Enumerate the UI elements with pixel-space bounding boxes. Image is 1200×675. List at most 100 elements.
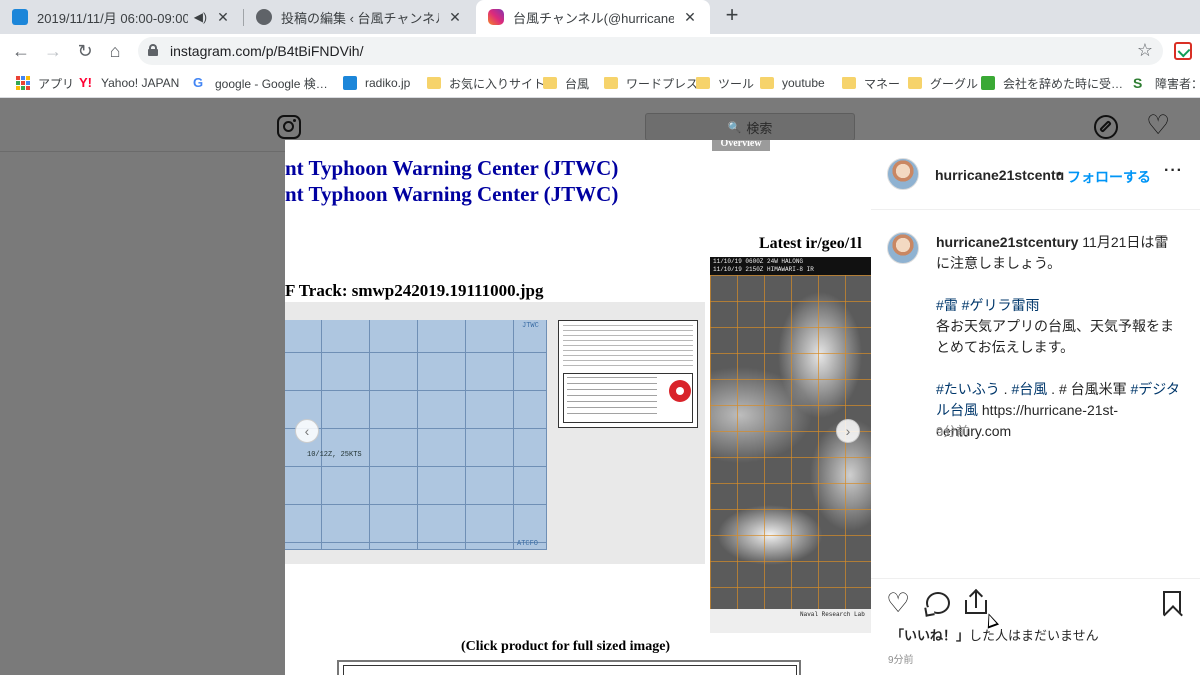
bookmark-folder-tools[interactable]: ツール xyxy=(696,74,754,92)
satellite-header-line: 11/10/19 2150Z HIMAWARI-8 IR xyxy=(713,266,814,273)
avatar[interactable] xyxy=(887,158,919,190)
hashtag-link[interactable]: #雷 #ゲリラ雷雨 xyxy=(936,297,1039,313)
likes-label[interactable]: 「いいね！」 xyxy=(891,628,969,643)
search-placeholder: 検索 xyxy=(746,120,773,136)
like-heart-icon[interactable]: ♡ xyxy=(886,588,910,618)
search-input[interactable]: 🔍 検索 xyxy=(645,113,855,141)
carousel-next-button[interactable]: › xyxy=(836,419,860,443)
satellite-image: 11/10/19 0600Z 24W HALONG 11/10/19 2150Z… xyxy=(710,257,871,633)
page-overlay-header xyxy=(0,98,285,152)
bookmark-job-quit[interactable]: 会社を辞めた時に受… xyxy=(981,74,1123,92)
carousel-prev-button[interactable]: ‹ xyxy=(295,419,319,443)
track-point-label: 10/12Z, 25KTS xyxy=(307,451,362,459)
apps-grid-icon xyxy=(16,76,30,90)
more-options-icon[interactable]: ··· xyxy=(1164,162,1183,180)
post-author-username[interactable]: hurricane21stcentu xyxy=(935,167,1064,183)
likes-count: 「いいね！」した人はまだいません xyxy=(891,625,1099,644)
tab-instagram[interactable]: 台風チャンネル(@hurricane21stcentury) ✕ xyxy=(476,0,710,34)
bookmark-label: 障害者： xyxy=(1155,76,1200,91)
explore-compass-icon[interactable] xyxy=(1094,115,1118,139)
satellite-header-line: 11/10/19 0600Z 24W HALONG xyxy=(713,258,804,265)
globe-icon xyxy=(256,9,272,25)
close-tab-icon[interactable]: ✕ xyxy=(680,9,700,26)
map-legend xyxy=(558,320,698,428)
tab-radiko[interactable]: 2019/11/11/月 06:00-09:00 | ◀) ✕ xyxy=(0,0,243,34)
activity-heart-icon[interactable]: ♡ xyxy=(1146,110,1170,140)
bookmark-star-icon[interactable]: ☆ xyxy=(1137,40,1153,61)
bookmark-label: youtube xyxy=(782,76,825,90)
hashtag-link[interactable]: #台風 xyxy=(1011,381,1047,397)
tab-wordpress-edit[interactable]: 投稿の編集 ‹ 台風チャンネル — Wo ✕ xyxy=(244,0,475,34)
reload-icon[interactable]: ↻ xyxy=(74,40,96,62)
caption-username[interactable]: hurricane21stcentury xyxy=(936,234,1078,250)
caption-text: # 台風米軍 xyxy=(1058,381,1127,397)
close-tab-icon[interactable]: ✕ xyxy=(213,9,233,26)
caption-time: 9分前 xyxy=(936,424,970,439)
url-text[interactable]: instagram.com/p/B4tBiFNDVih/ xyxy=(170,43,363,59)
close-tab-icon[interactable]: ✕ xyxy=(445,9,465,26)
search-icon: 🔍 xyxy=(727,121,742,134)
bookmark-folder-google[interactable]: グーグル xyxy=(908,74,978,92)
hashtag-link[interactable]: #たいふう xyxy=(936,381,1000,397)
instagram-page: 🔍 検索 ♡ Overview nt Typhoon Warning Cente… xyxy=(0,98,1200,675)
folder-icon xyxy=(842,77,856,89)
green-site-icon xyxy=(981,76,995,90)
caption-text: 各お天気アプリの台風、天気予報をまとめてお伝えします。 xyxy=(936,318,1174,355)
speaker-icon[interactable]: ◀) xyxy=(194,10,207,24)
instagram-favicon-icon xyxy=(488,9,504,25)
back-arrow-icon[interactable]: ← xyxy=(10,40,32,62)
map-grid xyxy=(285,320,547,550)
jtwc-heading: nt Typhoon Warning Center (JTWC) xyxy=(285,156,619,180)
bookmark-save-icon[interactable] xyxy=(1163,591,1181,615)
folder-icon xyxy=(543,77,557,89)
map-corner-label: JTWC xyxy=(522,322,539,330)
likes-text: した人はまだいません xyxy=(969,628,1099,643)
bookmark-label: ツール xyxy=(718,76,755,91)
satellite-header: 11/10/19 0600Z 24W HALONG 11/10/19 2150Z… xyxy=(710,257,871,275)
browser-toolbar: ← → ↻ ⌂ instagram.com/p/B4tBiFNDVih/ ☆ xyxy=(0,34,1200,67)
tab-strip: 2019/11/11/月 06:00-09:00 | ◀) ✕ 投稿の編集 ‹ … xyxy=(0,0,1200,34)
bookmark-folder-youtube[interactable]: youtube xyxy=(760,74,825,92)
bookmark-label: マネー xyxy=(864,76,901,91)
lock-icon[interactable] xyxy=(148,44,158,56)
jtwc-heading: nt Typhoon Warning Center (JTWC) xyxy=(285,182,619,206)
bookmark-label: ワードプレス xyxy=(626,76,699,91)
bookmark-yahoo[interactable]: Y! Yahoo! JAPAN xyxy=(79,74,179,92)
radiko-icon xyxy=(343,76,357,90)
bookmark-folder-wordpress[interactable]: ワードプレス xyxy=(604,74,698,92)
latest-ir-heading: Latest ir/geo/1l xyxy=(759,235,862,252)
bookmark-apps[interactable]: アプリ xyxy=(16,74,74,92)
post-timestamp: 9分前 xyxy=(888,655,914,666)
address-bar[interactable]: instagram.com/p/B4tBiFNDVih/ ☆ xyxy=(138,37,1163,65)
overview-tab: Overview xyxy=(712,140,770,151)
home-icon[interactable]: ⌂ xyxy=(104,40,126,62)
forward-arrow-icon[interactable]: → xyxy=(42,40,64,62)
bookmark-label: 台風 xyxy=(565,76,590,91)
bookmark-label: Yahoo! JAPAN xyxy=(101,76,180,90)
bookmark-label: radiko.jp xyxy=(365,76,411,90)
bookmark-label: google - Google 検… xyxy=(215,76,328,91)
bookmark-disability[interactable]: S 障害者： xyxy=(1133,74,1200,92)
bookmark-radiko[interactable]: radiko.jp xyxy=(343,74,410,92)
bookmark-folder-money[interactable]: マネー xyxy=(842,74,900,92)
bookmark-folder-typhoon[interactable]: 台風 xyxy=(543,74,589,92)
follow-button[interactable]: フォローする xyxy=(1067,167,1151,187)
satellite-credit: Naval Research Lab xyxy=(800,611,865,618)
folder-icon xyxy=(696,77,710,89)
tab-title: 台風チャンネル(@hurricane21stcentury) xyxy=(513,10,674,26)
caption-avatar[interactable] xyxy=(887,232,919,264)
bookmark-google-search[interactable]: G google - Google 検… xyxy=(193,74,328,92)
post-image[interactable]: Overview nt Typhoon Warning Center (JTWC… xyxy=(285,140,871,675)
comment-icon[interactable] xyxy=(926,592,950,614)
extension-icon[interactable] xyxy=(1174,42,1192,60)
bookmark-label: 会社を辞めた時に受… xyxy=(1003,76,1124,91)
post-header: hurricane21stcentu • フォローする ··· xyxy=(871,140,1200,210)
share-icon[interactable] xyxy=(965,591,987,615)
bookmark-folder-favorites[interactable]: お気に入りサイト xyxy=(427,74,545,92)
folder-icon xyxy=(760,77,774,89)
radiko-favicon-icon xyxy=(12,9,28,25)
instagram-logo-icon[interactable] xyxy=(277,115,301,139)
separator-dot: • xyxy=(1057,165,1062,181)
new-tab-icon[interactable]: + xyxy=(720,4,744,28)
track-heading: F Track: smwp242019.19111000.jpg xyxy=(285,281,544,300)
